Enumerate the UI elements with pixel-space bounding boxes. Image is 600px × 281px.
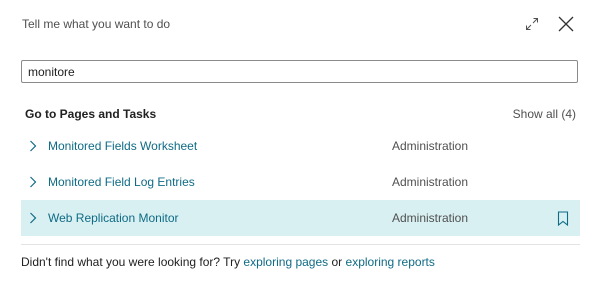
footer-prefix: Didn't find what you were looking for? T… <box>21 255 241 269</box>
header-actions <box>522 14 576 34</box>
divider <box>21 244 580 245</box>
result-name[interactable]: Web Replication Monitor <box>48 211 179 225</box>
dialog-title: Tell me what you want to do <box>22 17 171 31</box>
chevron-right-icon <box>26 140 40 152</box>
result-category: Administration <box>392 139 469 153</box>
result-name[interactable]: Monitored Fields Worksheet <box>48 139 197 153</box>
result-row[interactable]: Monitored Fields Worksheet Administratio… <box>21 128 580 164</box>
exploring-reports-link[interactable]: exploring reports <box>346 255 435 269</box>
result-category: Administration <box>392 211 469 225</box>
results-list: Monitored Fields Worksheet Administratio… <box>21 128 580 236</box>
expand-icon[interactable] <box>522 14 542 34</box>
result-row[interactable]: Monitored Field Log Entries Administrati… <box>21 164 580 200</box>
result-category: Administration <box>392 175 469 189</box>
chevron-right-icon <box>26 212 40 224</box>
close-icon[interactable] <box>556 14 576 34</box>
section-title: Go to Pages and Tasks <box>25 107 157 121</box>
result-row-selected[interactable]: Web Replication Monitor Administration <box>21 200 580 236</box>
bookmark-icon[interactable] <box>556 210 570 226</box>
footer-middle: or <box>331 255 343 269</box>
show-all-link[interactable]: Show all (4) <box>513 107 576 121</box>
footer-text: Didn't find what you were looking for? T… <box>21 255 435 269</box>
chevron-right-icon <box>26 176 40 188</box>
result-name[interactable]: Monitored Field Log Entries <box>48 175 195 189</box>
search-input[interactable] <box>21 60 578 83</box>
exploring-pages-link[interactable]: exploring pages <box>243 255 328 269</box>
tell-me-dialog: Tell me what you want to do Go to Pages … <box>0 0 600 281</box>
